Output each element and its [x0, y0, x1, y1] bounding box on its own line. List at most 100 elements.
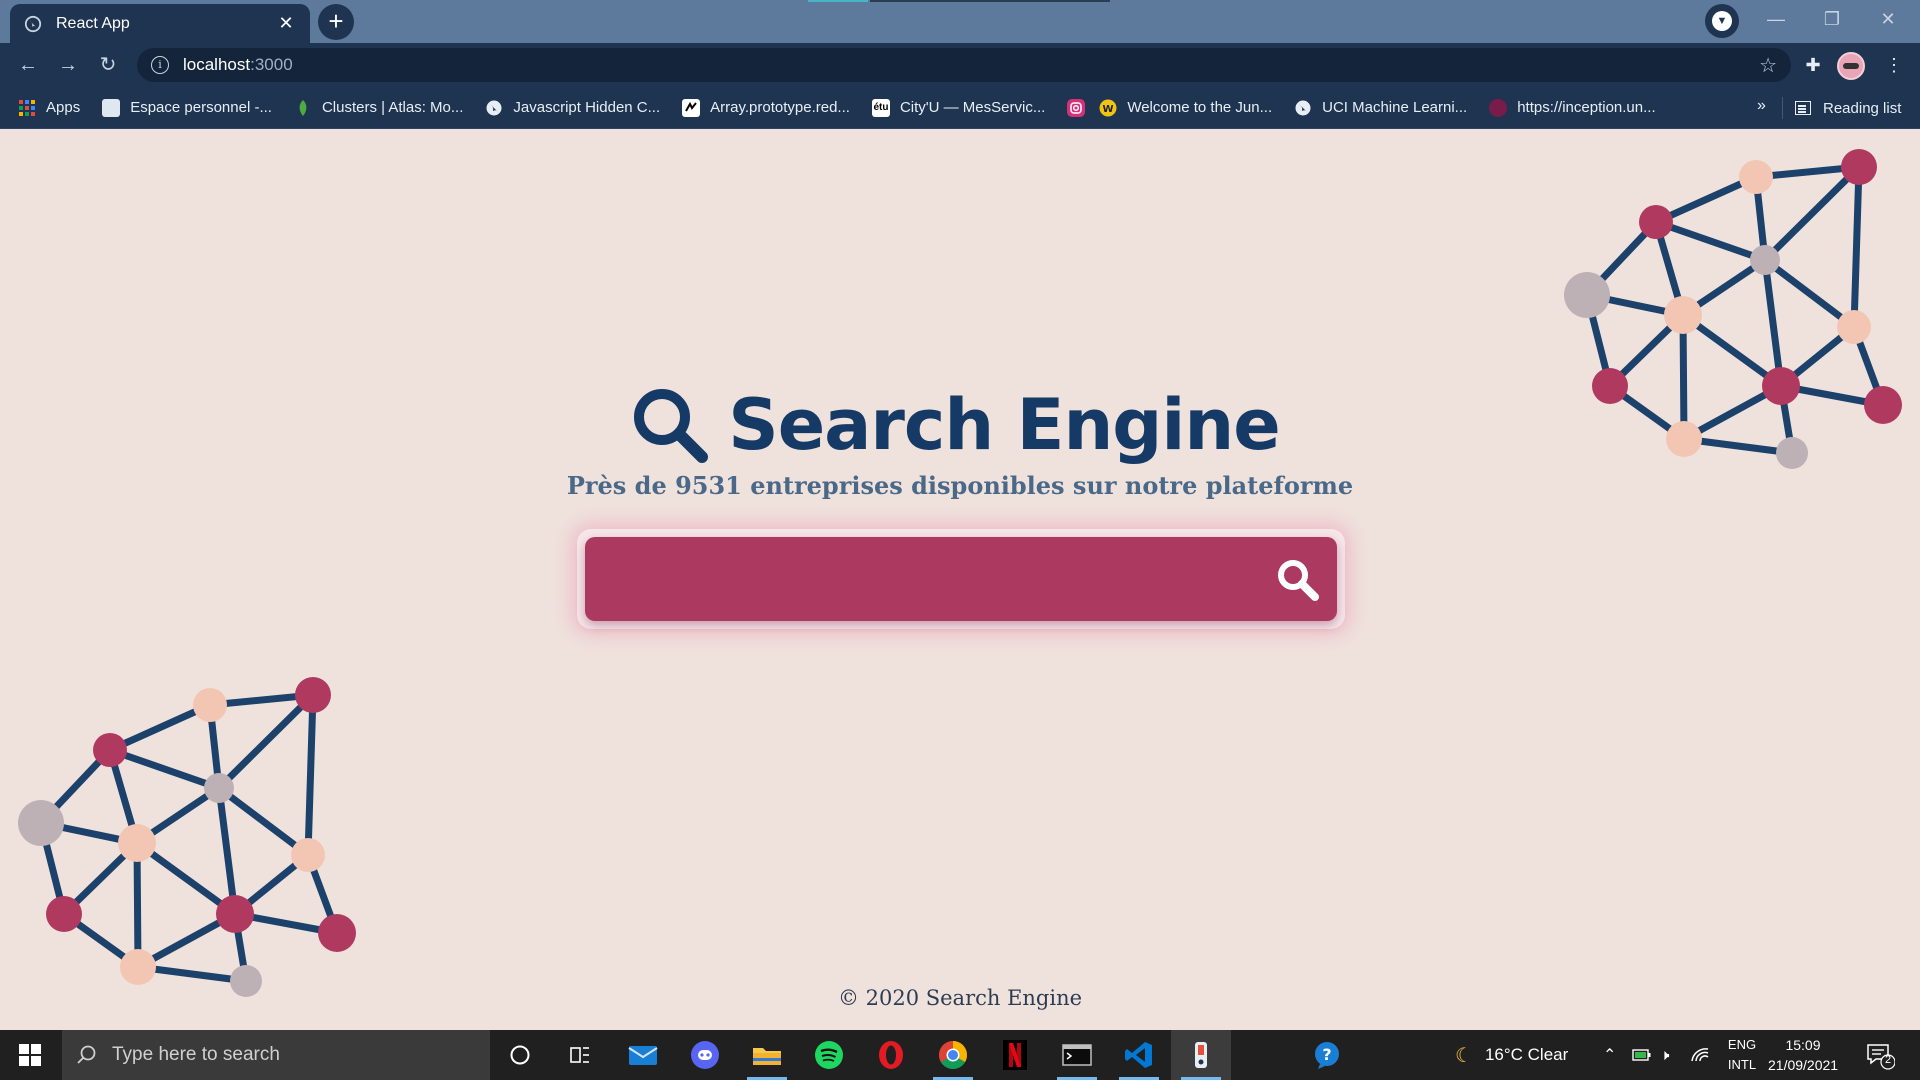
globe-icon — [24, 15, 42, 32]
node-pink — [1639, 205, 1673, 239]
chevron-up-icon: ⌃ — [1603, 1047, 1617, 1064]
taskbar-clock[interactable]: 15:09 21/09/2021 — [1768, 1035, 1838, 1075]
close-window-icon[interactable]: ✕ — [1860, 0, 1916, 38]
notification-center-button[interactable]: 2 — [1865, 1040, 1896, 1070]
node-grey — [204, 773, 234, 803]
back-icon[interactable]: ← — [8, 47, 48, 83]
weather-widget[interactable]: ☾ 16°C Clear — [1455, 1030, 1568, 1080]
page-footer: © 2020 Search Engine — [837, 986, 1083, 1010]
taskbar-app-netflix[interactable] — [985, 1030, 1045, 1080]
tab-title: React App — [56, 14, 130, 32]
page-subtitle: Près de 9531 entreprises disponibles sur… — [566, 471, 1354, 500]
task-view-button[interactable] — [550, 1030, 610, 1080]
search-submit-icon[interactable] — [1273, 555, 1323, 605]
node-peach — [291, 838, 325, 872]
spotify-icon — [815, 1041, 843, 1069]
close-tab-icon[interactable]: ✕ — [276, 13, 296, 34]
bookmark-inception[interactable]: https://inception.un... — [1489, 98, 1656, 117]
reload-icon[interactable]: ↻ — [88, 47, 128, 83]
taskbar-app-spotify[interactable] — [799, 1030, 859, 1080]
git-client-icon — [1195, 1042, 1207, 1068]
mdn-icon — [682, 98, 701, 117]
junior-icon: W — [1099, 99, 1117, 116]
volume-muted-icon[interactable]: 🕨 — [1660, 1030, 1669, 1080]
chrome-icon — [939, 1041, 967, 1069]
tab-react-app[interactable]: React App ✕ — [10, 4, 310, 43]
start-button[interactable] — [0, 1030, 60, 1080]
weather-text: 16°C Clear — [1484, 1045, 1569, 1064]
url-host: localhost — [183, 55, 251, 74]
apps-grid-icon — [19, 99, 35, 116]
node-peach — [1837, 310, 1871, 344]
address-bar[interactable]: i localhost:3000 ☆ — [137, 48, 1791, 82]
extensions-icon[interactable]: ✚ — [1796, 48, 1830, 82]
mongodb-leaf-icon — [299, 99, 307, 116]
bookmark-uci[interactable]: UCI Machine Learni... — [1294, 99, 1467, 117]
browser-toolbar: ← → ↻ i localhost:3000 ☆ ✚ ⋮ — [0, 43, 1920, 87]
tab-strip: React App ✕ + ▼ — ❐ ✕ — [0, 0, 1920, 43]
reading-list-button[interactable]: Reading list — [1795, 87, 1901, 129]
restore-icon[interactable]: ❐ — [1804, 0, 1860, 38]
bookmark-instagram[interactable] — [1067, 98, 1086, 117]
site-info-icon[interactable]: i — [151, 56, 169, 74]
node-peach — [193, 688, 227, 722]
bookmark-apps[interactable]: Apps — [18, 99, 80, 117]
bookmark-cityu[interactable]: étu City'U — MesServic... — [871, 98, 1046, 117]
terminal-icon — [1062, 1044, 1092, 1066]
taskbar-app-chrome[interactable] — [923, 1030, 983, 1080]
new-tab-button[interactable]: + — [318, 4, 354, 40]
network-graph-decoration — [18, 677, 356, 997]
bookmark-label: Javascript Hidden C... — [513, 99, 661, 116]
search-input[interactable] — [609, 557, 1249, 601]
menu-kebab-icon[interactable]: ⋮ — [1877, 48, 1911, 82]
profile-avatar[interactable] — [1837, 52, 1865, 80]
taskbar-search-box[interactable]: Type here to search — [62, 1030, 490, 1080]
etu-icon: étu — [871, 98, 890, 117]
taskbar-app-mail[interactable] — [613, 1030, 673, 1080]
input-language[interactable]: ENG INTL — [1722, 1035, 1762, 1075]
cortana-circle-icon — [510, 1045, 530, 1065]
taskbar-search-placeholder: Type here to search — [112, 1044, 280, 1065]
wifi-icon[interactable] — [1690, 1030, 1710, 1080]
page-header: Search Engine — [0, 384, 1920, 466]
bookmark-label: Apps — [46, 99, 81, 116]
search-icon — [77, 1045, 96, 1064]
taskbar-app-vscode[interactable] — [1109, 1030, 1169, 1080]
chevron-down-icon: ▼ — [1712, 11, 1732, 31]
show-hidden-icons[interactable]: ⌃ — [1603, 1030, 1616, 1080]
forward-icon[interactable]: → — [48, 47, 88, 83]
moon-icon: ☾ — [1455, 1044, 1473, 1067]
cortana-button[interactable] — [490, 1030, 550, 1080]
page-content: Search Engine Près de 9531 entreprises d… — [0, 129, 1920, 1029]
tab-search-button[interactable]: ▼ — [1705, 4, 1739, 38]
taskbar-app-discord[interactable] — [675, 1030, 735, 1080]
taskbar-app-file-explorer[interactable] — [737, 1030, 797, 1080]
bookmark-espace-personnel[interactable]: Espace personnel -... — [102, 98, 272, 117]
bookmark-label: Espace personnel -... — [130, 99, 272, 116]
minimize-icon[interactable]: — — [1748, 0, 1804, 38]
bookmark-label: https://inception.un... — [1517, 99, 1656, 116]
node-pink — [216, 895, 254, 933]
bookmark-javascript[interactable]: Javascript Hidden C... — [485, 99, 660, 117]
bookmark-star-icon[interactable]: ☆ — [1759, 53, 1777, 78]
search-bar[interactable] — [585, 537, 1337, 621]
taskbar-app-opera[interactable] — [861, 1030, 921, 1080]
bookmark-junior[interactable]: W Welcome to the Jun... — [1099, 99, 1272, 117]
battery-icon[interactable] — [1632, 1030, 1652, 1080]
node-grey — [1750, 245, 1780, 275]
taskbar-app-git-client[interactable] — [1171, 1030, 1231, 1080]
taskbar-app-terminal[interactable] — [1047, 1030, 1107, 1080]
clock-time: 15:09 — [1785, 1037, 1821, 1053]
node-peach — [120, 949, 156, 985]
page-title: Search Engine — [728, 384, 1280, 466]
more-bookmarks-icon[interactable]: » — [1757, 97, 1766, 115]
node-peach — [1739, 160, 1773, 194]
notification-count: 2 — [1884, 1054, 1892, 1066]
help-icon: ? — [1315, 1042, 1339, 1069]
taskbar-app-help[interactable]: ? — [1297, 1030, 1357, 1080]
netflix-icon — [1003, 1040, 1027, 1070]
bookmark-atlas[interactable]: Clusters | Atlas: Mo... — [294, 99, 463, 117]
node-pink — [46, 896, 82, 932]
bookmark-array-reduce[interactable]: Array.prototype.red... — [682, 98, 850, 117]
bookmark-label: City'U — MesServic... — [899, 99, 1046, 116]
